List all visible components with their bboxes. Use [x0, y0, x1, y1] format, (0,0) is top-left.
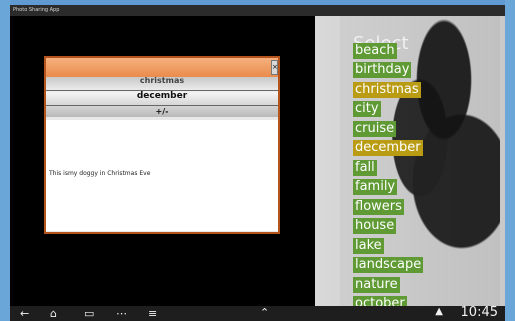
tag-house[interactable]: house [353, 218, 397, 234]
tag-christmas[interactable]: christmas [353, 82, 421, 98]
tag-birthday[interactable]: birthday [353, 62, 412, 78]
left-frame [0, 0, 10, 321]
tag-december[interactable]: december [353, 140, 423, 156]
tag-family[interactable]: family [353, 179, 398, 195]
tag-beach[interactable]: beach [353, 43, 397, 59]
note-area: This ismy doggy in Christmas Eve [46, 120, 278, 231]
picker-option-top[interactable]: christmas [46, 76, 278, 85]
chevron-up-icon[interactable]: ⌃ [260, 306, 269, 319]
system-navbar: ← ⌂ ▭ ⋯ ≡ ⌃ ▲ 10:45 [10, 305, 505, 321]
picker-option-selected[interactable]: december [46, 91, 278, 101]
photo-caption: This ismy doggy in Christmas Eve [49, 170, 151, 177]
tag-landscape[interactable]: landscape [353, 257, 424, 273]
photo-dialog: × christmas december +/- This ismy doggy… [44, 56, 280, 234]
window-title: Photo Sharing App [10, 5, 505, 16]
status-time: 10:45 [460, 305, 498, 320]
close-icon[interactable]: × [271, 60, 278, 75]
main-content: × christmas december +/- This ismy doggy… [10, 16, 505, 312]
dialog-header: × [46, 58, 278, 77]
signal-icon: ▲ [435, 306, 443, 317]
tag-fall[interactable]: fall [353, 160, 377, 176]
home-icon[interactable]: ⌂ [50, 307, 57, 320]
menu-icon[interactable]: ⋯ [116, 307, 127, 320]
list-icon[interactable]: ≡ [148, 307, 157, 320]
tag-nature[interactable]: nature [353, 277, 400, 293]
tag-picker[interactable]: christmas december +/- [46, 76, 278, 117]
right-frame [505, 0, 515, 321]
recent-apps-icon[interactable]: ▭ [84, 307, 94, 320]
tag-cruise[interactable]: cruise [353, 121, 397, 137]
back-icon[interactable]: ← [20, 307, 29, 320]
picker-option-bottom[interactable]: +/- [46, 107, 278, 116]
screen: Photo Sharing App × christmas december +… [0, 0, 515, 321]
tag-flowers[interactable]: flowers [353, 199, 404, 215]
tag-lake[interactable]: lake [353, 238, 384, 254]
tag-city[interactable]: city [353, 101, 381, 117]
picker-divider-bottom [46, 105, 278, 106]
